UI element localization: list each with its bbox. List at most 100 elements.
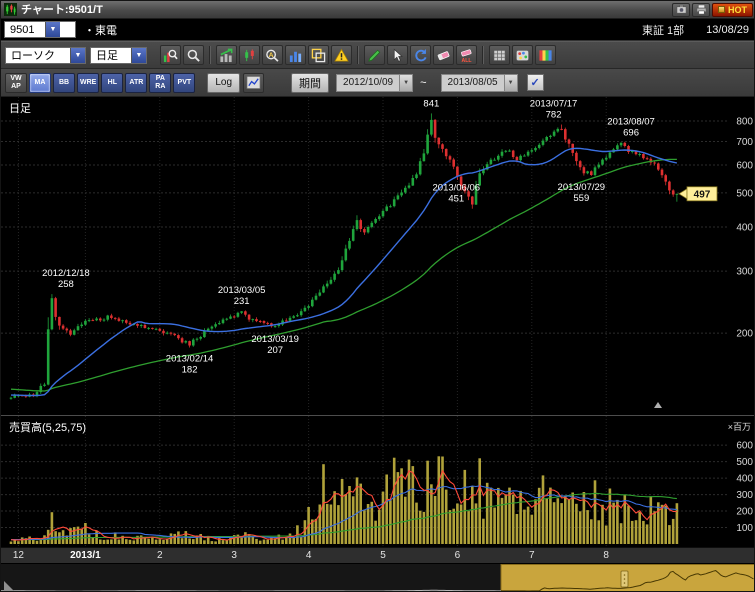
eraser-icon[interactable]: [433, 45, 454, 65]
overlay-chart-icon[interactable]: [308, 45, 329, 65]
hl-button[interactable]: HL: [101, 73, 123, 93]
svg-text:500: 500: [736, 188, 753, 199]
svg-text:200: 200: [736, 329, 753, 340]
hot-button[interactable]: HOT: [712, 3, 753, 17]
ma-button[interactable]: MA: [29, 73, 51, 93]
svg-text:100: 100: [736, 523, 753, 534]
timeframe-select[interactable]: 日足 ▼: [90, 47, 147, 64]
svg-text:451: 451: [448, 194, 464, 205]
navigator-chart[interactable]: [1, 564, 755, 592]
alert-icon[interactable]: [331, 45, 352, 65]
navigator-handle[interactable]: [621, 571, 628, 587]
svg-text:696: 696: [623, 127, 639, 138]
svg-text:300: 300: [736, 490, 753, 501]
svg-text:500: 500: [736, 457, 753, 468]
svg-text:2013/03/05: 2013/03/05: [218, 285, 266, 296]
price-pane-label: 日足: [9, 100, 31, 116]
svg-text:841: 841: [423, 98, 439, 109]
date-to-input[interactable]: 2013/08/05: [441, 74, 504, 92]
color-palette-icon[interactable]: [512, 45, 533, 65]
svg-text:300: 300: [736, 267, 753, 278]
symbol-code-select[interactable]: 9501 ▼: [4, 21, 76, 38]
pivot-button[interactable]: PVT: [173, 73, 195, 93]
select-cursor-icon[interactable]: [387, 45, 408, 65]
date-from-dropdown-icon[interactable]: ▼: [399, 74, 413, 92]
svg-text:A: A: [269, 52, 274, 59]
x-axis-label: 5: [380, 550, 386, 561]
chevron-down-icon[interactable]: ▼: [45, 22, 60, 37]
market-label: 東証 1部: [642, 22, 684, 38]
volume-pane: 100200300400500600 売買高(5,25,75) ×百万: [1, 415, 755, 547]
draw-icon[interactable]: [364, 45, 385, 65]
symbol-bar: 9501 ▼ ・東電 東証 1部 13/08/29: [1, 19, 755, 41]
price-chart[interactable]: 2003004005006007008002012/12/182582013/0…: [1, 97, 755, 415]
x-axis-label: 12: [13, 550, 24, 561]
mini-chart-icon[interactable]: [243, 73, 264, 93]
chart-type-select[interactable]: ローソク ▼: [5, 47, 86, 64]
svg-text:2013/07/29: 2013/07/29: [558, 182, 606, 193]
candle-chart-icon[interactable]: [239, 45, 260, 65]
svg-text:600: 600: [736, 161, 753, 172]
vwap-button[interactable]: VWAP: [5, 73, 27, 93]
title-bar[interactable]: チャート:9501/T HOT: [1, 1, 755, 19]
erase-all-icon[interactable]: ALL: [456, 45, 477, 65]
svg-text:2013/06/06: 2013/06/06: [433, 183, 481, 194]
date-from-input[interactable]: 2012/10/09: [336, 74, 399, 92]
svg-text:800: 800: [736, 117, 753, 128]
svg-text:497: 497: [694, 189, 711, 200]
svg-text:231: 231: [234, 296, 250, 307]
print-icon[interactable]: [692, 3, 710, 17]
toolbar-separator: [357, 46, 359, 64]
capture-icon[interactable]: [672, 3, 690, 17]
undo-icon[interactable]: [410, 45, 431, 65]
svg-text:400: 400: [736, 223, 753, 234]
svg-text:2013/02/14: 2013/02/14: [166, 354, 214, 365]
chart-type-value: ローソク: [6, 47, 70, 63]
para-button[interactable]: PARA: [149, 73, 171, 93]
indicator-buttons: VWAPMABBWREHLATRPARAPVT: [5, 73, 197, 93]
analysis-icon[interactable]: A: [262, 45, 283, 65]
x-axis-label: 2: [157, 550, 163, 561]
chart-mode-icon[interactable]: [216, 45, 237, 65]
log-scale-button[interactable]: Log: [207, 73, 240, 93]
zoom-icon[interactable]: [183, 45, 204, 65]
toolbar-separator: [209, 46, 211, 64]
current-date-label: 13/08/29: [706, 24, 749, 36]
app-icon: [4, 3, 17, 16]
date-to-dropdown-icon[interactable]: ▼: [504, 74, 518, 92]
toolbar-separator: [482, 46, 484, 64]
svg-text:2013/03/19: 2013/03/19: [251, 334, 299, 345]
grid-settings-icon[interactable]: [489, 45, 510, 65]
x-axis-label: 3: [231, 550, 237, 561]
wre-button[interactable]: WRE: [77, 73, 99, 93]
chevron-down-icon[interactable]: ▼: [131, 48, 146, 63]
price-pane: 2003004005006007008002012/12/182582013/0…: [1, 97, 755, 415]
apply-check-button[interactable]: ✓: [527, 74, 544, 91]
hot-icon: [718, 6, 725, 13]
atr-button[interactable]: ATR: [125, 73, 147, 93]
period-button[interactable]: 期間: [291, 73, 329, 93]
volume-pane-label: 売買高(5,25,75): [9, 419, 86, 435]
style-gradient-icon[interactable]: [535, 45, 556, 65]
volume-unit-label: ×百万: [728, 420, 751, 433]
bar-chart-icon[interactable]: [285, 45, 306, 65]
x-axis-labels: 122013/12345678: [1, 547, 755, 563]
overview-navigator[interactable]: [1, 563, 755, 592]
svg-text:2013/07/17: 2013/07/17: [530, 99, 578, 110]
svg-text:200: 200: [736, 507, 753, 518]
chart-zoom-icon[interactable]: [160, 45, 181, 65]
x-axis-label: 2013/1: [70, 550, 101, 561]
svg-text:182: 182: [182, 365, 198, 376]
bb-button[interactable]: BB: [53, 73, 75, 93]
svg-text:782: 782: [546, 110, 562, 121]
chevron-down-icon[interactable]: ▼: [70, 48, 85, 63]
x-axis-label: 4: [306, 550, 312, 561]
date-range-tilde: ~: [420, 77, 426, 89]
x-axis-label: 8: [603, 550, 609, 561]
volume-chart[interactable]: 100200300400500600: [1, 416, 755, 548]
svg-text:207: 207: [267, 345, 283, 356]
symbol-name: ・東電: [84, 22, 642, 38]
symbol-code: 9501: [5, 24, 45, 36]
indicator-toolbar: VWAPMABBWREHLATRPARAPVT Log 期間 2012/10/0…: [1, 69, 755, 97]
hot-label: HOT: [728, 5, 747, 15]
